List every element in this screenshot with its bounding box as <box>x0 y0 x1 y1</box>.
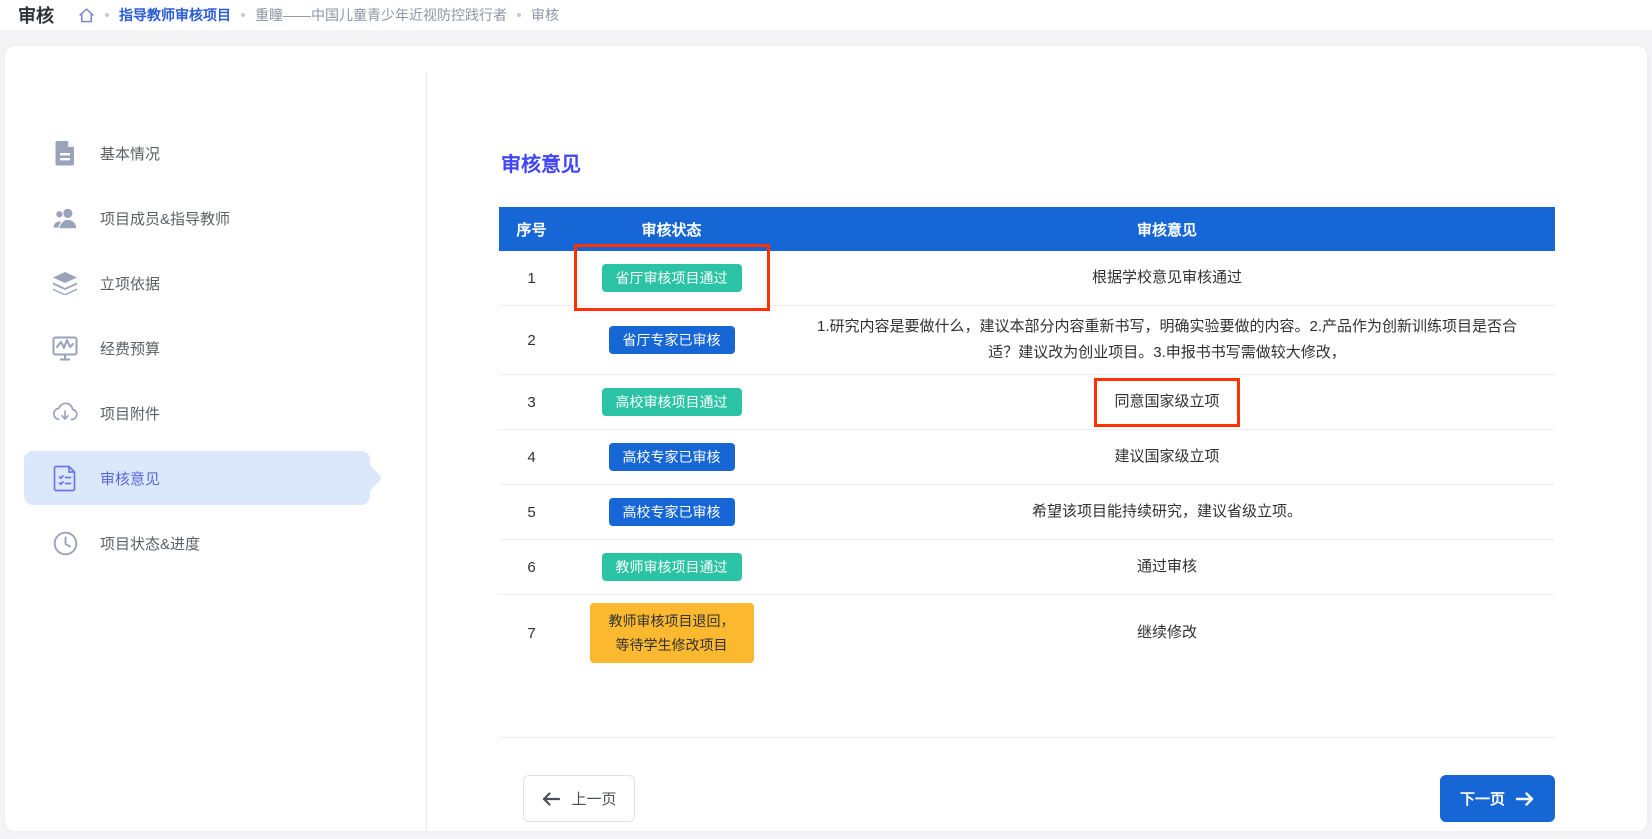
sidebar-item-label: 立项依据 <box>100 273 160 294</box>
sidebar-item-label: 项目附件 <box>100 403 160 424</box>
table-body: 1 省厅审核项目通过 根据学校意见审核通过 2 省厅专家已审核 1.研究内容是要… <box>499 251 1555 671</box>
opinion-text: 1.研究内容是要做什么，建议本部分内容重新书写，明确实验要做的内容。2.产品作为… <box>809 314 1525 366</box>
row-number: 5 <box>499 504 564 521</box>
breadcrumb-link-project-review[interactable]: 指导教师审核项目 <box>119 5 231 25</box>
row-status-cell: 省厅专家已审核 <box>564 318 779 362</box>
review-table: 序号 审核状态 审核意见 1 省厅审核项目通过 根据学校意见审核通过 2 省厅专… <box>499 207 1555 738</box>
table-header-row: 序号 审核状态 审核意见 <box>499 207 1555 251</box>
status-badge: 教师审核项目退回，等待学生修改项目 <box>590 603 754 663</box>
breadcrumb-separator <box>517 13 521 17</box>
breadcrumb-separator <box>105 13 109 17</box>
row-status-cell: 高校专家已审核 <box>564 490 779 534</box>
breadcrumb-separator <box>241 13 245 17</box>
sidebar-item-6[interactable]: 审核意见 <box>24 451 370 505</box>
sidebar-item-label: 项目成员&指导教师 <box>100 208 230 229</box>
row-number: 3 <box>499 394 564 411</box>
table-empty-space <box>499 671 1555 737</box>
page-title: 审核 <box>18 2 54 28</box>
sidebar-divider <box>426 74 427 831</box>
status-badge: 高校审核项目通过 <box>602 388 742 416</box>
prev-page-button[interactable]: 上一页 <box>523 775 635 822</box>
opinion-text: 根据学校意见审核通过 <box>1092 265 1242 291</box>
prev-page-label: 上一页 <box>571 788 616 809</box>
row-status-cell: 省厅审核项目通过 <box>564 256 779 300</box>
sidebar-item-label: 经费预算 <box>100 338 160 359</box>
opinion-text: 建议国家级立项 <box>1114 444 1219 470</box>
row-number: 4 <box>499 449 564 466</box>
sidebar-item-label: 基本情况 <box>100 143 160 164</box>
sidebar-nav: 基本情况 项目成员&指导教师 立项依据 经费预算 项目附件 审核意见 项目状态&… <box>24 133 370 588</box>
row-status-cell: 教师审核项目通过 <box>564 545 779 589</box>
sidebar-item-7[interactable]: 项目状态&进度 <box>24 523 370 563</box>
cloud-download-icon <box>52 400 78 426</box>
row-status-cell: 教师审核项目退回，等待学生修改项目 <box>564 595 779 671</box>
table-row: 5 高校专家已审核 希望该项目能持续研究，建议省级立项。 <box>499 485 1555 540</box>
opinion-text: 通过审核 <box>1137 554 1197 580</box>
sidebar-item-2[interactable]: 项目成员&指导教师 <box>24 198 370 238</box>
table-row: 1 省厅审核项目通过 根据学校意见审核通过 <box>499 251 1555 306</box>
row-status-cell: 高校专家已审核 <box>564 435 779 479</box>
status-badge: 高校专家已审核 <box>609 443 735 471</box>
arrow-left-icon <box>541 791 561 807</box>
row-number: 6 <box>499 559 564 576</box>
breadcrumb: 指导教师审核项目 重瞳——中国儿童青少年近视防控践行者 审核 <box>78 5 559 25</box>
row-number: 2 <box>499 332 564 349</box>
layers-icon <box>52 270 78 296</box>
row-number: 1 <box>499 270 564 287</box>
next-page-button[interactable]: 下一页 <box>1440 775 1555 822</box>
table-row: 3 高校审核项目通过 同意国家级立项 <box>499 375 1555 430</box>
pagination: 上一页 下一页 <box>499 775 1555 822</box>
review-opinion-section: 审核意见 序号 审核状态 审核意见 1 省厅审核项目通过 根据学校意见审核通过 … <box>499 148 1555 822</box>
top-breadcrumb-bar: 审核 指导教师审核项目 重瞳——中国儿童青少年近视防控践行者 审核 <box>0 0 1652 30</box>
row-opinion-cell: 希望该项目能持续研究，建议省级立项。 <box>779 491 1555 533</box>
document-icon <box>52 140 78 166</box>
opinion-text: 继续修改 <box>1137 620 1197 646</box>
opinion-text: 希望该项目能持续研究，建议省级立项。 <box>1032 499 1302 525</box>
status-badge: 省厅审核项目通过 <box>602 264 742 292</box>
table-row: 2 省厅专家已审核 1.研究内容是要做什么，建议本部分内容重新书写，明确实验要做… <box>499 306 1555 375</box>
status-badge: 教师审核项目通过 <box>602 553 742 581</box>
col-header-status: 审核状态 <box>564 219 779 240</box>
sidebar-item-label: 项目状态&进度 <box>100 533 200 554</box>
status-badge: 省厅专家已审核 <box>609 326 735 354</box>
sidebar-item-label: 审核意见 <box>100 468 160 489</box>
row-status-cell: 高校审核项目通过 <box>564 380 779 424</box>
col-header-opinion: 审核意见 <box>779 219 1555 240</box>
row-number: 7 <box>499 625 564 642</box>
col-header-no: 序号 <box>499 219 564 240</box>
active-item-pointer <box>351 462 382 493</box>
row-opinion-cell: 继续修改 <box>779 612 1555 654</box>
chart-monitor-icon <box>52 335 78 361</box>
row-opinion-cell: 根据学校意见审核通过 <box>779 257 1555 299</box>
row-opinion-cell: 建议国家级立项 <box>779 436 1555 478</box>
next-page-label: 下一页 <box>1460 788 1505 809</box>
users-icon <box>52 205 78 231</box>
status-badge: 高校专家已审核 <box>609 498 735 526</box>
clock-icon <box>52 530 78 556</box>
table-row: 4 高校专家已审核 建议国家级立项 <box>499 430 1555 485</box>
home-icon[interactable] <box>78 7 95 24</box>
opinion-text: 同意国家级立项 <box>1114 389 1219 415</box>
row-opinion-cell: 1.研究内容是要做什么，建议本部分内容重新书写，明确实验要做的内容。2.产品作为… <box>779 306 1555 374</box>
row-opinion-cell: 同意国家级立项 <box>779 381 1555 423</box>
sidebar-item-5[interactable]: 项目附件 <box>24 393 370 433</box>
checklist-icon <box>52 465 78 491</box>
table-row: 7 教师审核项目退回，等待学生修改项目 继续修改 <box>499 595 1555 671</box>
sidebar-item-1[interactable]: 基本情况 <box>24 133 370 173</box>
main-panel: 基本情况 项目成员&指导教师 立项依据 经费预算 项目附件 审核意见 项目状态&… <box>5 46 1647 831</box>
row-opinion-cell: 通过审核 <box>779 546 1555 588</box>
breadcrumb-project-name: 重瞳——中国儿童青少年近视防控践行者 <box>255 5 507 25</box>
table-row: 6 教师审核项目通过 通过审核 <box>499 540 1555 595</box>
section-title: 审核意见 <box>501 148 1555 177</box>
arrow-right-icon <box>1515 791 1535 807</box>
sidebar-item-3[interactable]: 立项依据 <box>24 263 370 303</box>
sidebar-item-4[interactable]: 经费预算 <box>24 328 370 368</box>
breadcrumb-current: 审核 <box>531 5 559 25</box>
